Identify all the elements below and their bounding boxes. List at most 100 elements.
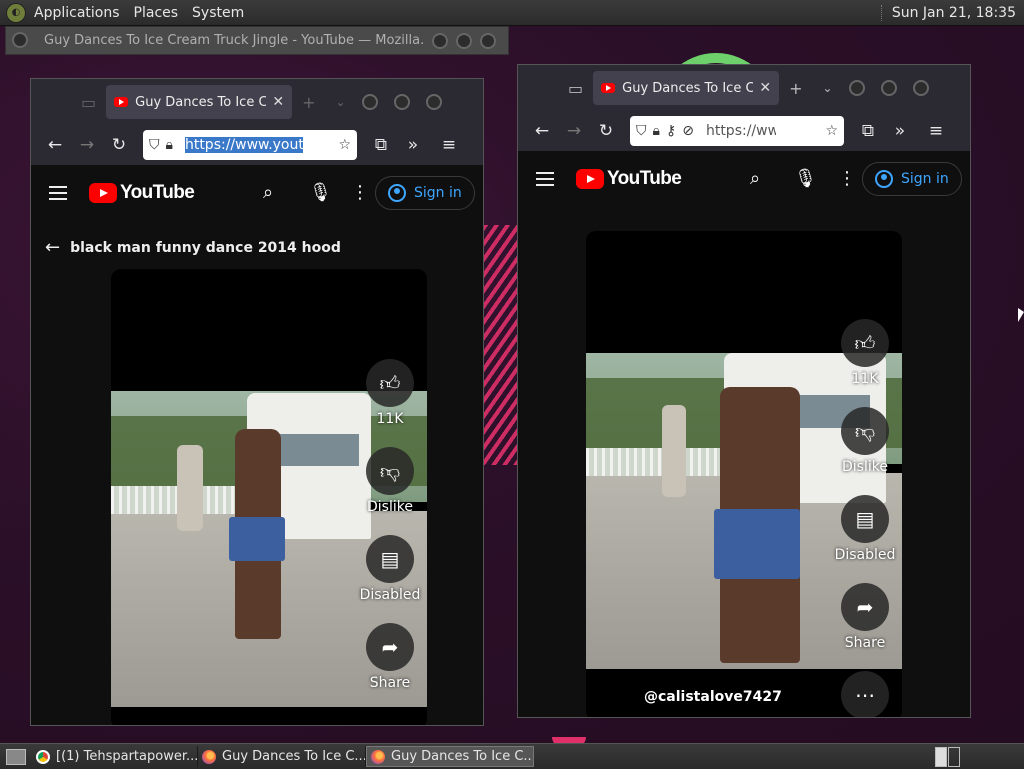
share-button[interactable]: ➦ Share — [355, 623, 425, 691]
dislike-button[interactable]: 👎︎ Dislike — [830, 407, 900, 475]
extensions-icon[interactable]: ⧉ — [852, 121, 884, 141]
list-tabs-icon[interactable]: ⌄ — [823, 81, 833, 95]
close-tab-icon[interactable]: ✕ — [759, 80, 771, 96]
like-count: 11K — [851, 371, 879, 387]
shield-icon[interactable]: ⛉ — [149, 137, 160, 153]
channel-handle[interactable]: @calistalove7427 — [644, 689, 782, 705]
close-button[interactable] — [480, 32, 496, 49]
lock-icon[interactable]: 🔒︎ — [166, 137, 173, 153]
sign-in-button[interactable]: Sign in — [862, 162, 962, 196]
taskbar-item-firefox[interactable]: Guy Dances To Ice C... — [198, 746, 366, 767]
youtube-logo[interactable]: YouTube — [576, 168, 682, 190]
comment-icon: ▤ — [366, 535, 414, 583]
list-tabs-icon[interactable]: ⌄ — [336, 95, 346, 109]
distro-logo-icon[interactable]: ◐ — [6, 2, 26, 23]
tab-youtube[interactable]: Guy Dances To Ice Cream Truck Jingle ✕ — [593, 71, 780, 105]
share-button[interactable]: ➦ Share — [830, 583, 900, 651]
menu-applications[interactable]: Applications — [34, 5, 120, 21]
background-window-titlebar[interactable]: Guy Dances To Ice Cream Truck Jingle - Y… — [5, 26, 509, 55]
mouse-cursor-icon — [1018, 308, 1024, 322]
comment-icon: ▤ — [841, 495, 889, 543]
url-bar[interactable]: ⛉ 🔒︎ https://www.youtube.com/ ☆ — [143, 130, 357, 160]
forward-icon[interactable]: → — [71, 135, 103, 155]
like-button[interactable]: 👍︎ 11K — [830, 319, 900, 387]
reload-icon[interactable]: ↻ — [103, 135, 135, 155]
sign-in-label: Sign in — [901, 171, 949, 187]
more-actions-button[interactable]: ⋯ — [830, 671, 900, 717]
more-options-icon[interactable]: ⋮ — [351, 182, 369, 203]
taskbar-item-label: Guy Dances To Ice C... — [391, 749, 534, 764]
tab-title: Guy Dances To Ice Cream Truck Jingle — [135, 94, 266, 110]
minimize-button[interactable] — [432, 32, 448, 49]
maximize-button[interactable] — [393, 94, 410, 110]
show-desktop-icon[interactable] — [6, 748, 26, 765]
menu-system[interactable]: System — [192, 5, 244, 21]
shorts-player[interactable]: 👍︎ 11K 👎︎ Dislike ▤ Disabled ➦ Share ⋯ @… — [586, 231, 902, 717]
sign-in-label: Sign in — [414, 185, 462, 201]
tab-youtube[interactable]: Guy Dances To Ice Cream Truck Jingle ✕ — [106, 85, 293, 119]
shield-icon[interactable]: ⛉ — [636, 123, 647, 139]
permissions-icon[interactable]: ⚷ — [666, 123, 676, 139]
hamburger-menu-icon[interactable] — [49, 182, 67, 204]
close-button[interactable] — [425, 94, 442, 110]
maximize-button[interactable] — [880, 80, 897, 96]
maximize-button[interactable] — [456, 32, 472, 49]
minimize-button[interactable] — [361, 94, 378, 110]
more-horizontal-icon: ⋯ — [841, 671, 889, 717]
app-menu-icon[interactable]: ≡ — [920, 121, 952, 141]
minimize-button[interactable] — [848, 80, 865, 96]
workspace-2[interactable] — [948, 746, 960, 767]
workspace-switcher[interactable] — [934, 746, 960, 767]
tab-overview-icon[interactable]: ▭ — [568, 79, 583, 98]
search-icon[interactable]: ⌕ — [263, 182, 273, 203]
youtube-page: YouTube ⌕ 🎙︎ ⋮ Sign in 👍︎ 11K 👎︎ Dislike… — [518, 151, 970, 717]
search-icon[interactable]: ⌕ — [750, 168, 760, 189]
url-bar[interactable]: ⛉ 🔒︎ ⚷ ⊘ https://www.youtube.com/ ☆ — [630, 116, 844, 146]
menu-places[interactable]: Places — [134, 5, 179, 21]
youtube-header: YouTube ⌕ 🎙︎ ⋮ Sign in — [31, 165, 483, 221]
url-text[interactable]: https://www.youtube.com/ — [184, 137, 303, 153]
thumbs-down-icon: 👎︎ — [366, 447, 414, 495]
bookmark-star-icon[interactable]: ☆ — [338, 137, 351, 153]
comments-button[interactable]: ▤ Disabled — [355, 535, 425, 603]
forward-icon[interactable]: → — [558, 121, 590, 141]
comments-button[interactable]: ▤ Disabled — [830, 495, 900, 563]
shorts-back-header[interactable]: ← black man funny dance 2014 hood — [45, 237, 341, 258]
back-icon[interactable]: ← — [39, 135, 71, 155]
new-tab-icon[interactable]: + — [302, 93, 315, 112]
shorts-player[interactable]: 👍︎ 11K 👎︎ Dislike ▤ Disabled ➦ Share — [111, 269, 427, 725]
video-scene — [229, 517, 285, 561]
microphone-icon[interactable]: 🎙︎ — [794, 168, 817, 189]
sign-in-button[interactable]: Sign in — [375, 176, 475, 210]
close-tab-icon[interactable]: ✕ — [272, 94, 284, 110]
wallpaper-stripes — [478, 225, 518, 465]
back-arrow-icon[interactable]: ← — [45, 237, 60, 258]
more-tools-icon[interactable]: » — [397, 135, 429, 155]
close-button[interactable] — [912, 80, 929, 96]
new-tab-icon[interactable]: + — [789, 79, 802, 98]
window-menu-button[interactable] — [12, 32, 28, 48]
lock-icon[interactable]: 🔒︎ — [653, 123, 660, 139]
hamburger-menu-icon[interactable] — [536, 168, 554, 190]
search-query-title: black man funny dance 2014 hood — [70, 239, 341, 256]
taskbar-item-firefox-active[interactable]: Guy Dances To Ice C... — [366, 746, 534, 767]
tab-overview-icon[interactable]: ▭ — [81, 93, 96, 112]
workspace-1[interactable] — [935, 746, 947, 767]
extensions-icon[interactable]: ⧉ — [365, 135, 397, 155]
youtube-logo[interactable]: YouTube — [89, 182, 195, 204]
reload-icon[interactable]: ↻ — [590, 121, 622, 141]
like-button[interactable]: 👍︎ 11K — [355, 359, 425, 427]
more-tools-icon[interactable]: » — [884, 121, 916, 141]
clock[interactable]: Sun Jan 21, 18:35 — [892, 5, 1016, 21]
dislike-button[interactable]: 👎︎ Dislike — [355, 447, 425, 515]
taskbar-item-chrome[interactable]: [(1) Tehspartapower... — [32, 746, 198, 767]
bookmark-star-icon[interactable]: ☆ — [825, 123, 838, 139]
microphone-icon[interactable]: 🎙︎ — [309, 182, 332, 203]
url-text[interactable]: https://www.youtube.com/ — [706, 123, 776, 139]
back-icon[interactable]: ← — [526, 121, 558, 141]
more-options-icon[interactable]: ⋮ — [838, 168, 856, 189]
tab-bar: ▭ Guy Dances To Ice Cream Truck Jingle ✕… — [518, 65, 970, 111]
app-menu-icon[interactable]: ≡ — [433, 135, 465, 155]
account-icon — [875, 170, 893, 188]
autoplay-blocked-icon[interactable]: ⊘ — [682, 123, 694, 139]
